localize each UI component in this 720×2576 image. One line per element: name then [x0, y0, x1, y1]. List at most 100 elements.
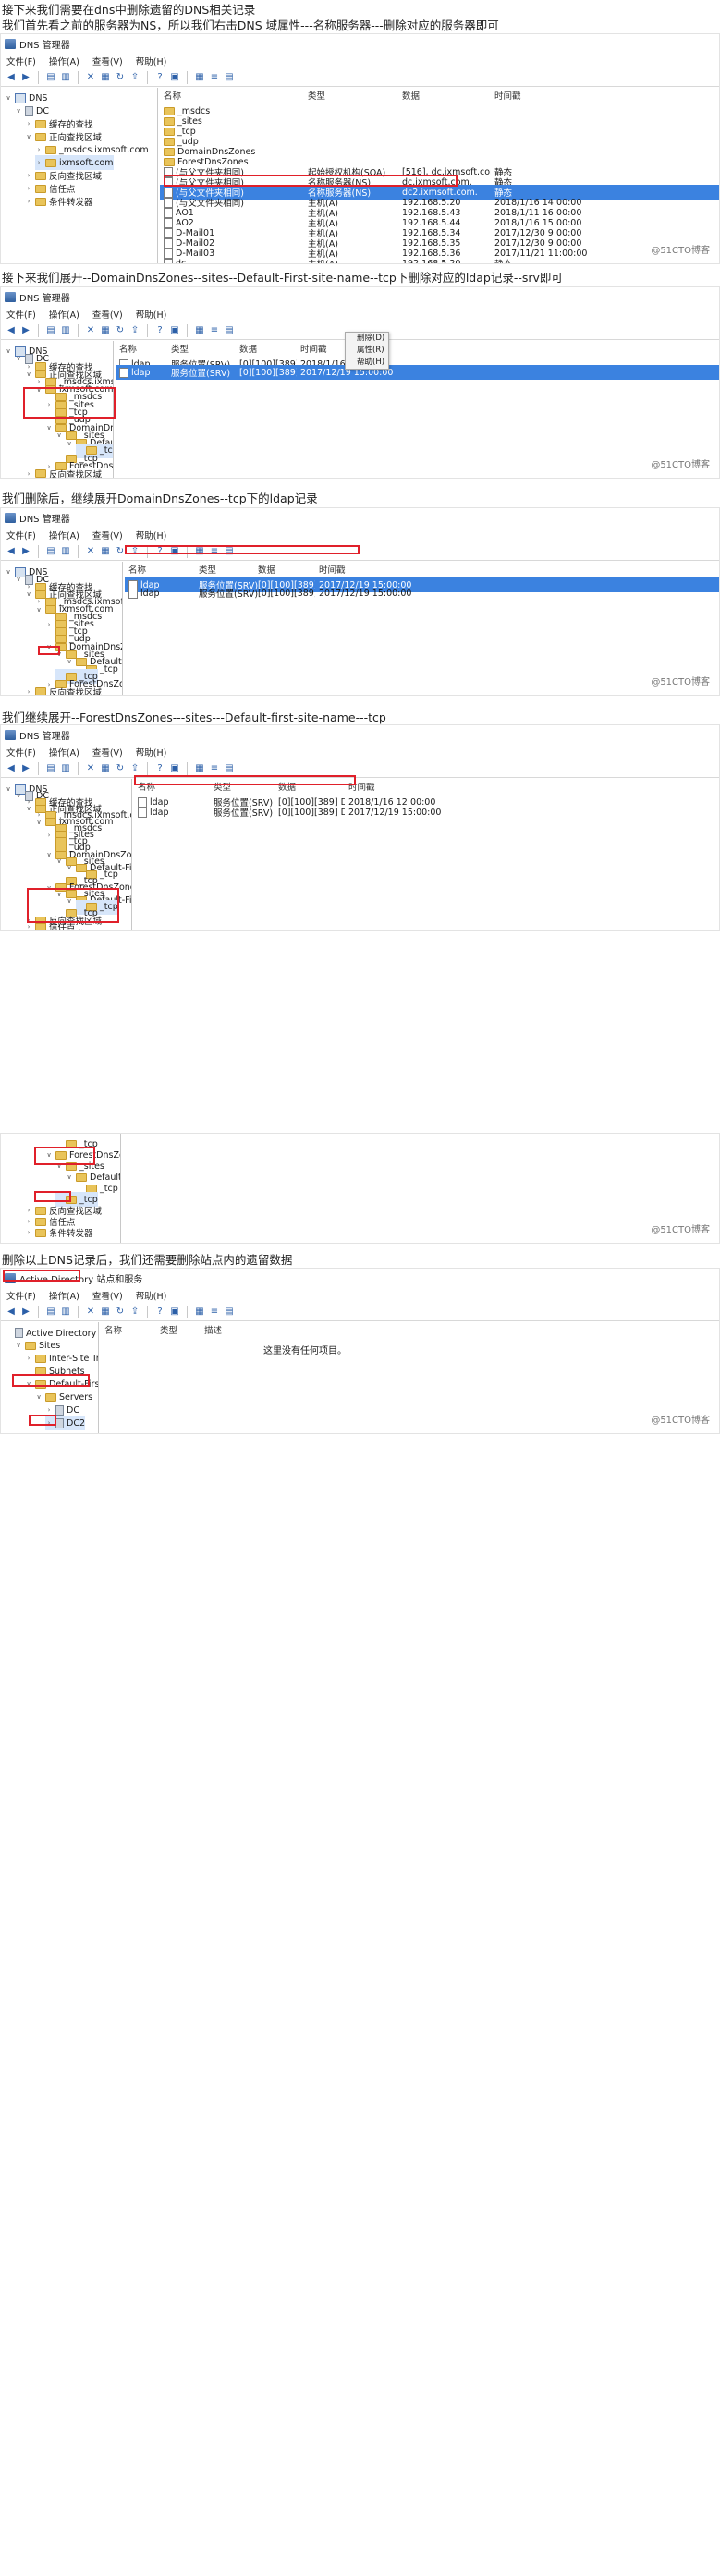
expand-toggle-icon[interactable]: ∨: [25, 1380, 32, 1388]
properties-icon[interactable]: ▦: [99, 1306, 112, 1318]
list-icon[interactable]: ≡: [208, 762, 221, 775]
forward-icon[interactable]: ▶: [19, 762, 32, 775]
column-header[interactable]: 名称: [128, 563, 146, 576]
nav-icon[interactable]: ▤: [223, 71, 236, 84]
column-header[interactable]: 类型: [160, 1323, 177, 1336]
back-icon[interactable]: ◀: [5, 71, 18, 84]
up-icon[interactable]: ▤: [44, 545, 57, 558]
forward-icon[interactable]: ▶: [19, 1306, 32, 1318]
menu-item[interactable]: 文件(F): [6, 1289, 36, 1302]
expand-toggle-icon[interactable]: ›: [45, 1419, 53, 1427]
expand-toggle-icon[interactable]: ∨: [55, 650, 63, 658]
export-icon[interactable]: ⇪: [128, 545, 141, 558]
menu-item[interactable]: 文件(F): [6, 55, 36, 67]
expand-toggle-icon[interactable]: ∨: [15, 1342, 22, 1349]
expand-toggle-icon[interactable]: ∨: [55, 431, 63, 439]
delete-icon[interactable]: ✕: [84, 545, 97, 558]
context-menu-item[interactable]: 属性(R): [346, 345, 388, 357]
column-header[interactable]: 类型: [171, 342, 189, 355]
help-icon[interactable]: ?: [153, 1306, 166, 1318]
expand-toggle-icon[interactable]: ∨: [66, 864, 73, 871]
column-header[interactable]: 数据: [278, 780, 296, 793]
grid-icon[interactable]: ▦: [193, 71, 206, 84]
delete-icon[interactable]: ✕: [84, 762, 97, 775]
menu-item[interactable]: 文件(F): [6, 529, 36, 541]
back-icon[interactable]: ◀: [5, 324, 18, 337]
grid-icon[interactable]: ▦: [193, 1306, 206, 1318]
column-header[interactable]: 名称: [164, 89, 181, 102]
expand-toggle-icon[interactable]: ∨: [66, 658, 73, 665]
column-header[interactable]: 名称: [138, 780, 155, 793]
expand-toggle-icon[interactable]: ∨: [25, 805, 32, 812]
menu-item[interactable]: 帮助(H): [136, 1289, 167, 1302]
refresh-icon[interactable]: ↻: [114, 1306, 127, 1318]
nav-icon[interactable]: ▤: [223, 1306, 236, 1318]
expand-toggle-icon[interactable]: ›: [25, 1218, 32, 1225]
refresh-icon[interactable]: ↻: [114, 324, 127, 337]
help-icon[interactable]: ?: [153, 71, 166, 84]
view-icon[interactable]: ▣: [168, 545, 181, 558]
back-icon[interactable]: ◀: [5, 1306, 18, 1318]
grid-icon[interactable]: ▦: [193, 762, 206, 775]
expand-toggle-icon[interactable]: ∨: [66, 1173, 73, 1181]
expand-toggle-icon[interactable]: ∨: [15, 576, 22, 583]
view-icon[interactable]: ▣: [168, 1306, 181, 1318]
nav-icon[interactable]: ▤: [223, 762, 236, 775]
column-header[interactable]: 数据: [402, 89, 420, 102]
expand-toggle-icon[interactable]: ∨: [45, 1151, 53, 1159]
menu-item[interactable]: 操作(A): [49, 529, 79, 541]
grid-icon[interactable]: ▦: [193, 324, 206, 337]
expand-toggle-icon[interactable]: ›: [45, 1406, 53, 1414]
menu-item[interactable]: 查看(V): [92, 746, 123, 759]
properties-icon[interactable]: ▦: [99, 71, 112, 84]
back-icon[interactable]: ◀: [5, 762, 18, 775]
forward-icon[interactable]: ▶: [19, 71, 32, 84]
export-icon[interactable]: ⇪: [128, 762, 141, 775]
context-menu-item[interactable]: 删除(D): [346, 333, 388, 345]
properties-icon[interactable]: ▦: [99, 545, 112, 558]
expand-toggle-icon[interactable]: ›: [35, 159, 43, 166]
expand-toggle-icon[interactable]: ∨: [55, 891, 63, 898]
expand-toggle-icon[interactable]: ›: [25, 1355, 32, 1362]
column-header[interactable]: 时间戳: [494, 89, 521, 102]
export-icon[interactable]: ⇪: [128, 324, 141, 337]
expand-toggle-icon[interactable]: ∨: [45, 424, 53, 431]
list-icon[interactable]: ≡: [208, 1306, 221, 1318]
tree-node[interactable]: ›条件转发器: [25, 926, 93, 930]
properties-icon[interactable]: ▦: [99, 762, 112, 775]
forward-icon[interactable]: ▶: [19, 324, 32, 337]
column-header[interactable]: 名称: [104, 1323, 122, 1336]
menu-item[interactable]: 操作(A): [49, 1289, 79, 1302]
back-icon[interactable]: ◀: [5, 545, 18, 558]
help-icon[interactable]: ?: [153, 762, 166, 775]
column-header[interactable]: 数据: [239, 342, 257, 355]
table-row[interactable]: ldap服务位置(SRV)[0][100][389] DC2.ixmso...2…: [116, 365, 719, 380]
column-header[interactable]: 时间戳: [300, 342, 327, 355]
menu-item[interactable]: 帮助(H): [136, 529, 167, 541]
column-header[interactable]: 类型: [214, 780, 231, 793]
menu-item[interactable]: 操作(A): [49, 746, 79, 759]
forward-icon[interactable]: ▶: [19, 545, 32, 558]
refresh-icon[interactable]: ↻: [114, 71, 127, 84]
table-row[interactable]: dc 主机(A) 192.168.5.20 静态: [160, 256, 719, 263]
expand-toggle-icon[interactable]: ›: [25, 120, 32, 128]
up-icon[interactable]: ▤: [44, 762, 57, 775]
delete-icon[interactable]: ✕: [84, 324, 97, 337]
help-icon[interactable]: ?: [153, 545, 166, 558]
table-row[interactable]: ldap服务位置(SRV)[0][100][389] DC2.ixmso...2…: [125, 586, 719, 601]
show-tree-icon[interactable]: ▥: [59, 324, 72, 337]
nav-icon[interactable]: ▤: [223, 545, 236, 558]
expand-toggle-icon[interactable]: ∨: [66, 440, 73, 447]
context-menu-item[interactable]: 帮助(H): [346, 357, 388, 369]
expand-toggle-icon[interactable]: ›: [25, 1229, 32, 1236]
menu-item[interactable]: 文件(F): [6, 746, 36, 759]
menu-item[interactable]: 文件(F): [6, 308, 36, 321]
column-header[interactable]: 时间戳: [319, 563, 346, 576]
expand-toggle-icon[interactable]: ∨: [35, 1393, 43, 1401]
expand-toggle-icon[interactable]: ∨: [5, 94, 12, 102]
export-icon[interactable]: ⇪: [128, 71, 141, 84]
expand-toggle-icon[interactable]: ›: [25, 172, 32, 179]
up-icon[interactable]: ▤: [44, 71, 57, 84]
expand-toggle-icon[interactable]: ∨: [55, 1162, 63, 1170]
tree-node[interactable]: ›信任点: [25, 692, 76, 695]
